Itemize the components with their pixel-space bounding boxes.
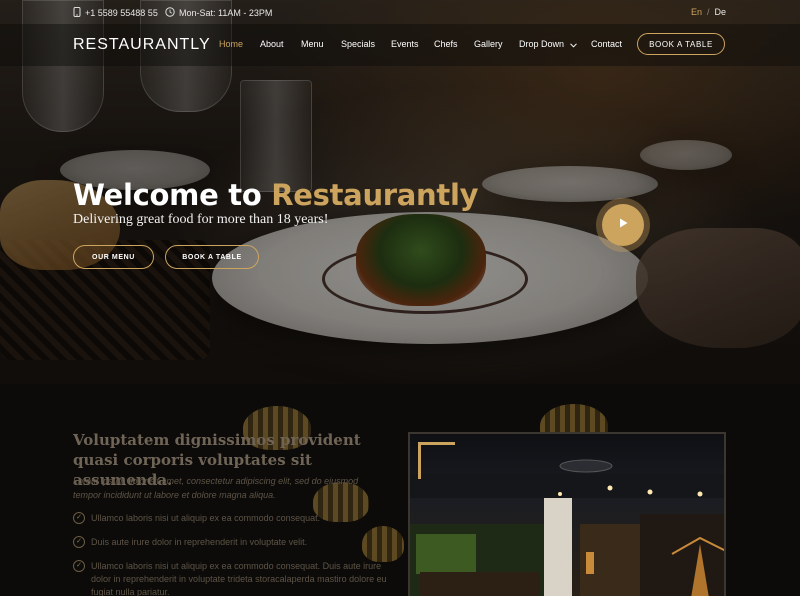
restaurant-interior-photo [408,432,726,596]
chevron-down-icon [569,40,577,50]
book-table-button-nav[interactable]: BOOK A TABLE [637,33,725,55]
lang-separator: / [706,7,710,17]
our-menu-button[interactable]: OUR MENU [73,245,154,269]
hero-title-prefix: Welcome to [73,178,272,212]
phone-contact: +1 5589 55488 55 [73,7,158,19]
about-point: ✓ Ullamco laboris nisi ut aliquip ex ea … [73,512,393,525]
nav-contact[interactable]: Contact [591,39,622,49]
nav-menu[interactable]: Menu [301,39,324,49]
clock-icon [165,7,175,19]
hero-title-brand: Restaurantly [271,178,479,212]
nav-events[interactable]: Events [391,39,419,49]
check-circle-icon: ✓ [73,560,85,572]
nav-dropdown-label: Drop Down [519,39,565,49]
lang-en[interactable]: En [691,7,702,17]
language-switcher: En / De [691,7,726,17]
play-video-button[interactable] [602,204,644,246]
about-point-text: Ullamco laboris nisi ut aliquip ex ea co… [91,561,387,596]
about-point: ✓ Duis aute irure dolor in reprehenderit… [73,536,393,549]
hero-title: Welcome to Restaurantly [73,178,479,212]
site-logo[interactable]: RESTAURANTLY [73,36,211,54]
nav-dropdown[interactable]: Drop Down [519,39,577,50]
play-icon [617,216,629,234]
phone-icon [73,7,81,19]
opening-hours: Mon-Sat: 11AM - 23PM [165,7,272,19]
nav-home[interactable]: Home [219,39,243,49]
book-table-button-hero[interactable]: BOOK A TABLE [165,245,259,269]
nav-specials[interactable]: Specials [341,39,375,49]
hero-subtitle: Delivering great food for more than 18 y… [73,212,329,227]
nav-about[interactable]: About [260,39,284,49]
check-circle-icon: ✓ [73,536,85,548]
about-section: Voluptatem dignissimos provident quasi c… [0,384,800,596]
hours-text: Mon-Sat: 11AM - 23PM [179,8,273,18]
top-bar: +1 5589 55488 55 Mon-Sat: 11AM - 23PM En… [0,0,800,24]
check-circle-icon: ✓ [73,512,85,524]
about-point: ✓ Ullamco laboris nisi ut aliquip ex ea … [73,560,393,596]
about-point-text: Ullamco laboris nisi ut aliquip ex ea co… [91,513,321,523]
nav-chefs[interactable]: Chefs [434,39,458,49]
phone-number: +1 5589 55488 55 [85,8,158,18]
about-point-text: Duis aute irure dolor in reprehenderit i… [91,537,308,547]
navbar: RESTAURANTLY Home About Menu Specials Ev… [0,24,800,66]
about-lead: Lorem ipsum dolor sit amet, consectetur … [73,476,359,500]
interior-illustration [410,459,724,596]
nav-gallery[interactable]: Gallery [474,39,503,49]
lang-de[interactable]: De [714,7,726,17]
photo-corner-accent [418,442,455,479]
